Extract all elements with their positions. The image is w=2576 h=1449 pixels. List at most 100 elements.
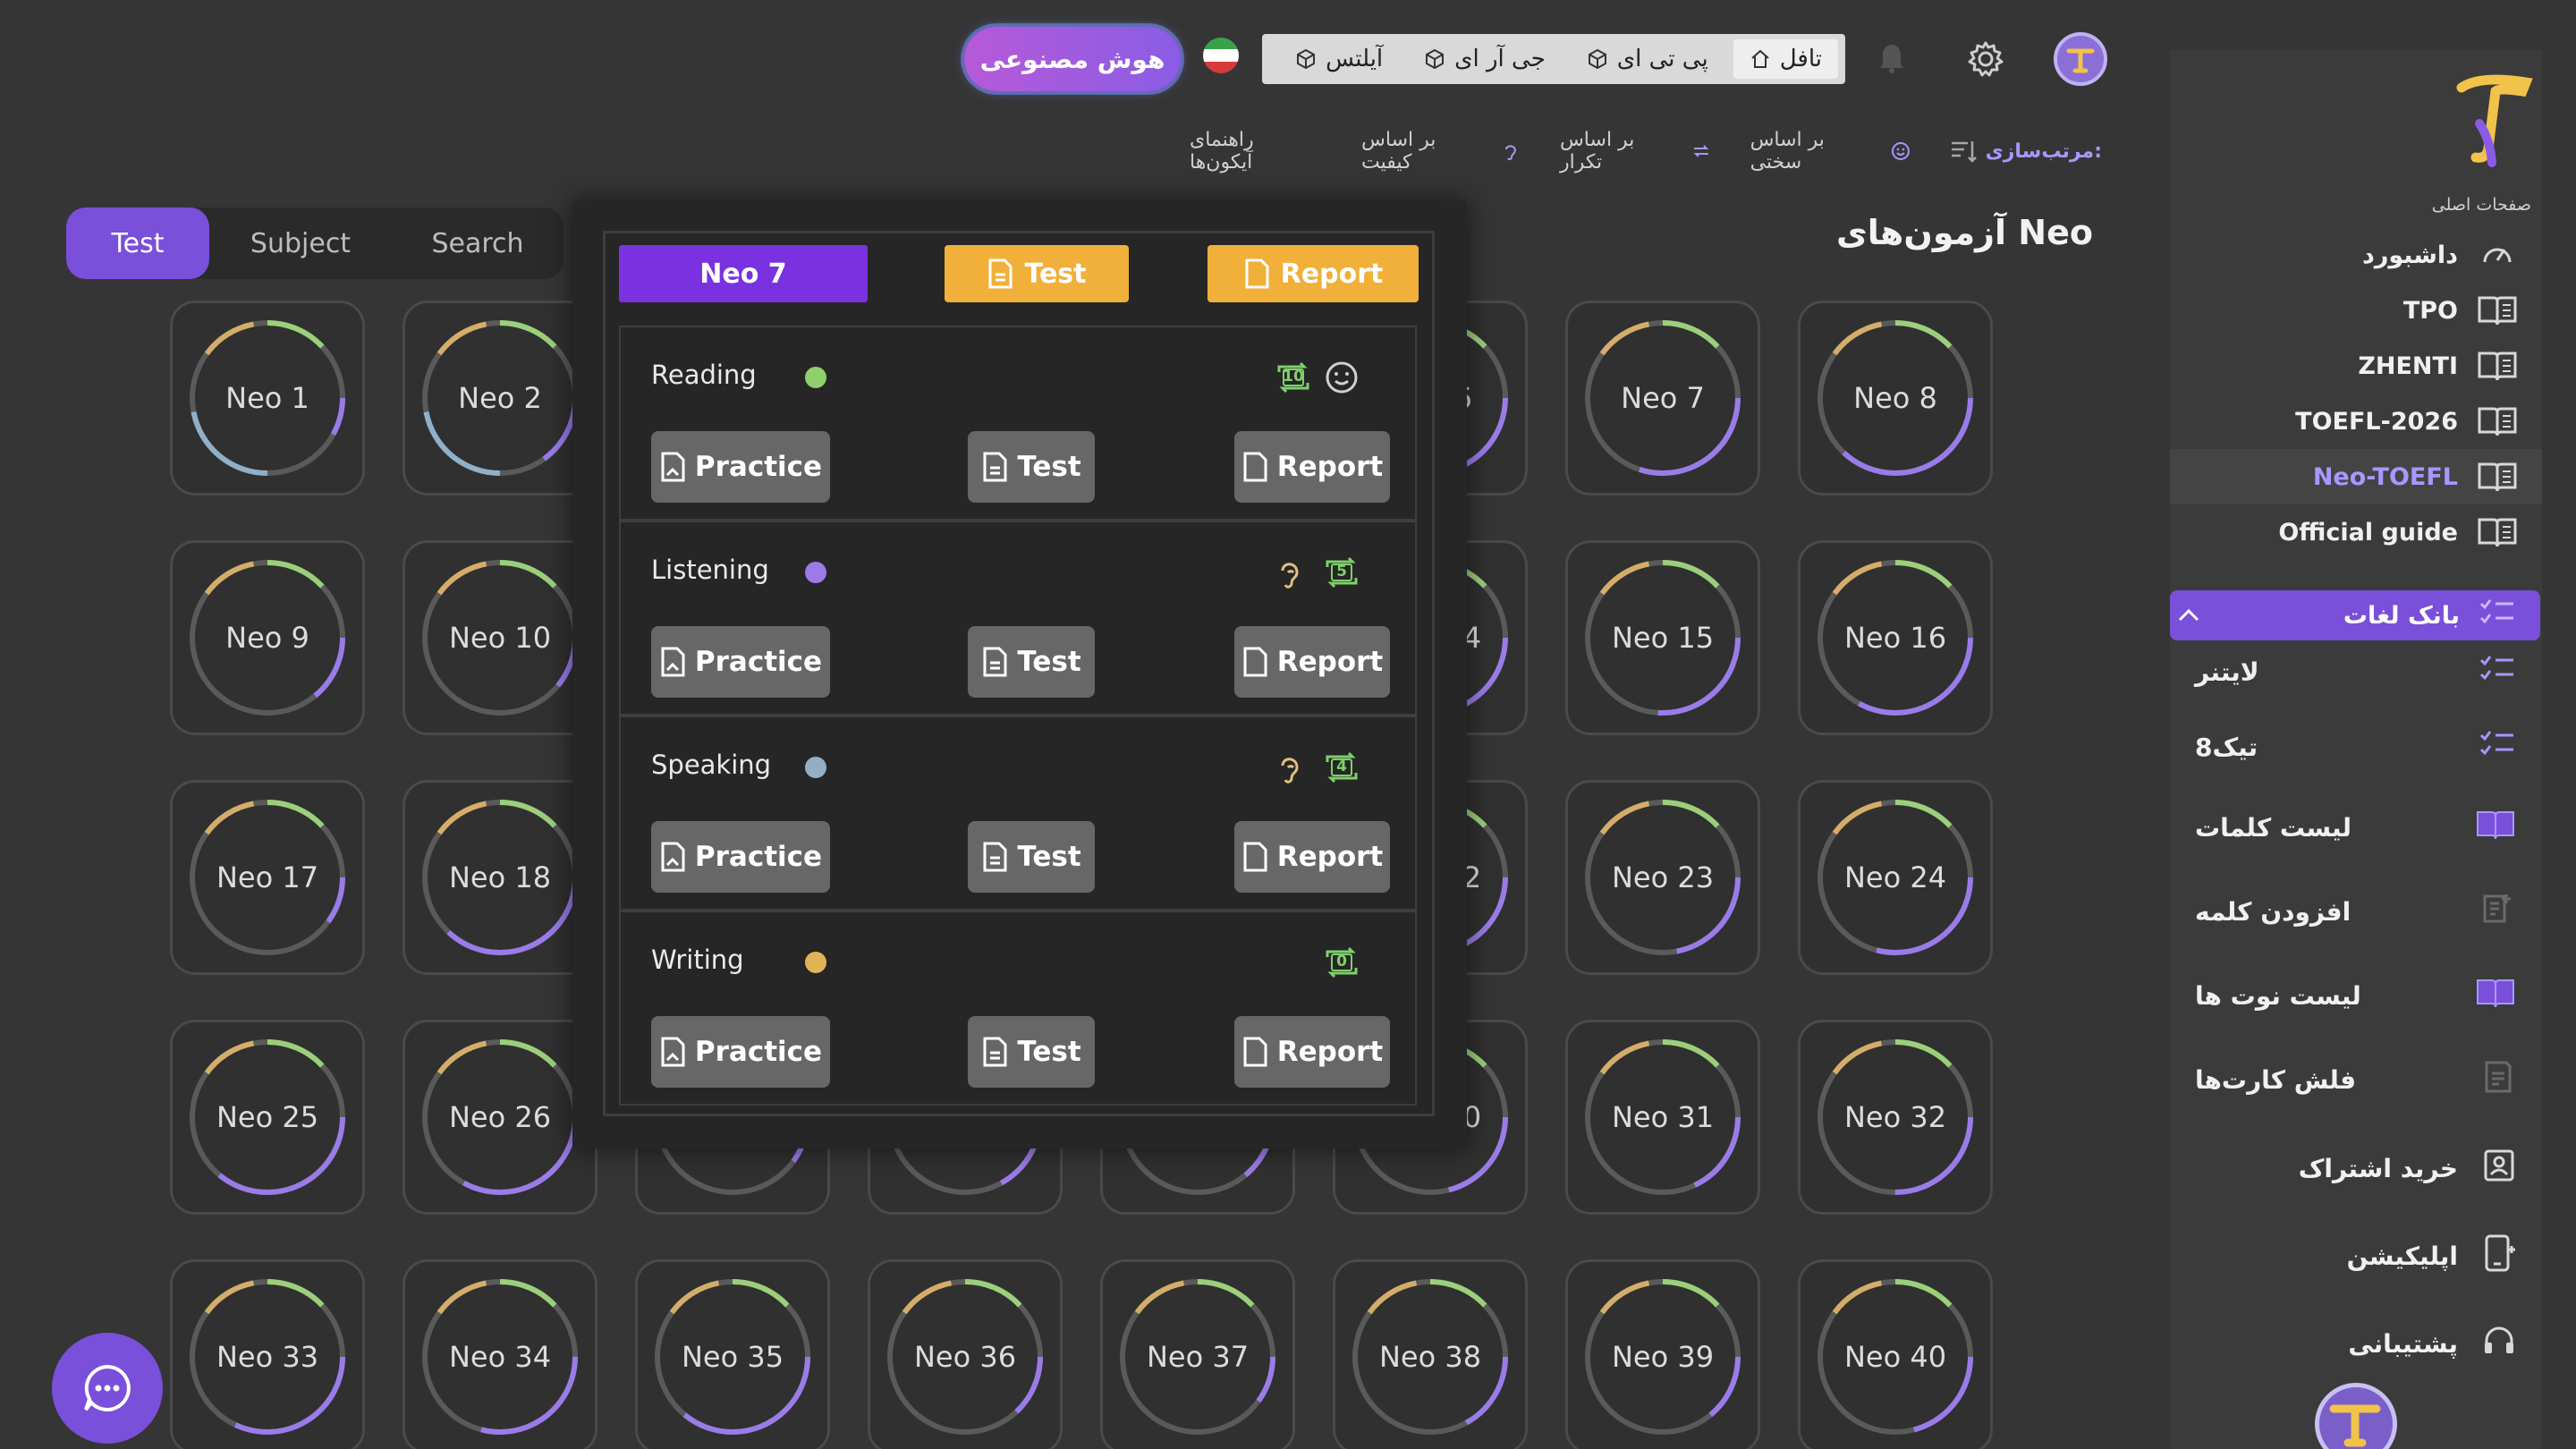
test-card[interactable]: Neo 25 (170, 1020, 365, 1215)
test-card[interactable]: Neo 15 (1565, 540, 1760, 735)
modal-test-name[interactable]: Neo 7 (619, 245, 868, 302)
gear-icon[interactable] (1966, 39, 2005, 79)
test-card[interactable]: Neo 9 (170, 540, 365, 735)
practice-button[interactable]: Practice (651, 1016, 830, 1088)
book-icon (2478, 402, 2517, 441)
practice-button[interactable]: Practice (651, 626, 830, 698)
modal-report-button[interactable]: Report (1208, 245, 1419, 302)
section-test-button[interactable]: Test (968, 821, 1095, 893)
bell-icon[interactable] (1878, 41, 1905, 75)
view-subject-button[interactable]: Subject (209, 208, 392, 279)
section-report-button[interactable]: Report (1234, 821, 1390, 893)
sidebar-item-flashcards[interactable]: فلش کارت‌ها (2170, 1048, 2540, 1111)
section-name: Speaking (651, 750, 772, 780)
brand-avatar[interactable] (2315, 1383, 2397, 1449)
section-name: Listening (651, 555, 769, 585)
test-card-label: Neo 34 (448, 1340, 552, 1374)
document-icon (1245, 258, 1269, 289)
test-card-label: Neo 39 (1611, 1340, 1715, 1374)
section-test-button[interactable]: Test (968, 626, 1095, 698)
sort-by-difficulty[interactable]: بر اساس سختی (1750, 129, 1911, 174)
cube-icon (1426, 48, 1445, 70)
test-card[interactable]: Neo 18 (402, 780, 597, 975)
icon-guide-link[interactable]: راهنمای آیکون‌ها (1190, 129, 1322, 174)
sidebar-item-tpo[interactable]: TPO (2170, 283, 2542, 338)
test-card[interactable]: Neo 39 (1565, 1259, 1760, 1449)
repeat-count: 10 (1283, 368, 1304, 386)
test-card-label: Neo 31 (1611, 1100, 1715, 1134)
sidebar-item-add-word[interactable]: افزودن کلمه (2170, 880, 2540, 943)
section-report-button[interactable]: Report (1234, 431, 1390, 503)
test-card[interactable]: Neo 10 (402, 540, 597, 735)
test-card[interactable]: Neo 8 (1798, 301, 1993, 496)
section-test-button[interactable]: Test (968, 431, 1095, 503)
test-card[interactable]: Neo 37 (1100, 1259, 1295, 1449)
test-card[interactable]: Neo 34 (402, 1259, 597, 1449)
sidebar-vocab-toggle[interactable]: بانک لغات (2170, 590, 2540, 640)
tab-ielts[interactable]: آیلتس (1279, 39, 1399, 79)
test-card[interactable]: Neo 26 (402, 1020, 597, 1215)
sidebar-item-toefl-2026[interactable]: TOEFL-2026 (2170, 394, 2542, 449)
tab-toefl[interactable]: تافل (1733, 39, 1838, 79)
test-card[interactable]: Neo 24 (1798, 780, 1993, 975)
test-card-label: Neo 26 (448, 1100, 552, 1134)
chat-button[interactable] (52, 1333, 163, 1444)
checklist-icon (2479, 655, 2515, 690)
section-status-dot (805, 952, 826, 973)
section-test-button[interactable]: Test (968, 1016, 1095, 1088)
test-card[interactable]: Neo 2 (402, 301, 597, 496)
sidebar-item-word-list[interactable]: لیست کلمات (2170, 796, 2540, 859)
sort-by-frequency[interactable]: بر اساس تکرار (1560, 129, 1711, 174)
section-reading: Reading 10 Practice Test Report (619, 326, 1417, 521)
practice-button[interactable]: Practice (651, 431, 830, 503)
iran-flag-icon[interactable] (1203, 38, 1239, 73)
test-card-label: Neo 37 (1146, 1340, 1250, 1374)
sidebar-item-neo-toefl[interactable]: Neo-TOEFL (2170, 449, 2542, 504)
sidebar-item-support[interactable]: پشتیبانی (2170, 1308, 2542, 1379)
repeat-icon (1693, 145, 1708, 157)
sidebar-item-official-guide[interactable]: Official guide (2170, 504, 2542, 560)
view-test-button[interactable]: Test (66, 208, 209, 279)
test-card[interactable]: Neo 7 (1565, 301, 1760, 496)
tab-gre[interactable]: جی آر ای (1408, 39, 1562, 79)
user-avatar[interactable] (2054, 32, 2107, 86)
test-card-label: Neo 15 (1611, 621, 1715, 655)
sidebar-item-leitner[interactable]: لایتنر (2170, 640, 2540, 703)
test-card[interactable]: Neo 16 (1798, 540, 1993, 735)
view-search-button[interactable]: Search (392, 208, 564, 279)
sidebar-item-zhenti[interactable]: ZHENTI (2170, 338, 2542, 394)
repeat-count: 0 (1336, 953, 1347, 970)
test-card[interactable]: Neo 23 (1565, 780, 1760, 975)
test-card[interactable]: Neo 38 (1333, 1259, 1528, 1449)
test-card[interactable]: Neo 32 (1798, 1020, 1993, 1215)
modal-test-button[interactable]: Test (945, 245, 1129, 302)
test-card-label: Neo 40 (1843, 1340, 1947, 1374)
test-card[interactable]: Neo 40 (1798, 1259, 1993, 1449)
test-card[interactable]: Neo 1 (170, 301, 365, 496)
book-icon (2478, 457, 2517, 496)
sidebar-item-notes-list[interactable]: لیست نوت ها (2170, 964, 2540, 1027)
sort-by-quality[interactable]: بر اساس کیفیت (1361, 129, 1521, 174)
test-card[interactable]: Neo 36 (868, 1259, 1063, 1449)
logo-icon[interactable] (2453, 70, 2533, 168)
test-card-label: Neo 17 (216, 860, 319, 894)
tab-label: جی آر ای (1454, 46, 1546, 72)
smiley-icon (1326, 361, 1358, 394)
practice-button[interactable]: Practice (651, 821, 830, 893)
ai-button[interactable]: هوش مصنوعی (964, 27, 1181, 91)
test-card[interactable]: Neo 17 (170, 780, 365, 975)
section-report-button[interactable]: Report (1234, 626, 1390, 698)
sidebar-item-application[interactable]: اپلیکیشن (2170, 1220, 2542, 1292)
test-card-label: Neo 32 (1843, 1100, 1947, 1134)
sidebar-item-label: TPO (2402, 296, 2458, 325)
sort-label: بر اساس کیفیت (1361, 129, 1436, 174)
section-report-button[interactable]: Report (1234, 1016, 1390, 1088)
sidebar-item-subscription[interactable]: خرید اشتراک (2170, 1132, 2542, 1204)
test-card[interactable]: Neo 35 (635, 1259, 830, 1449)
checklist-icon (2479, 598, 2515, 633)
sidebar-item-tik8[interactable]: تیک8 (2170, 716, 2540, 778)
tab-pte[interactable]: پی تی ای (1571, 39, 1724, 79)
test-card[interactable]: Neo 33 (170, 1259, 365, 1449)
test-card[interactable]: Neo 31 (1565, 1020, 1760, 1215)
sidebar-item-dashboard[interactable]: داشبورد (2170, 227, 2542, 283)
